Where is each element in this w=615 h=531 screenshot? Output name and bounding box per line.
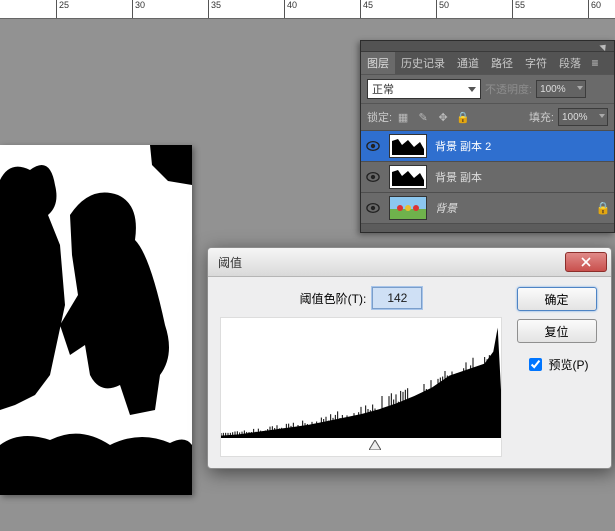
layers-panel: 图层 历史记录 通道 路径 字符 段落 ≡ 正常 不透明度: 100% 锁定: … [360, 40, 615, 233]
lock-label: 锁定: [367, 109, 392, 125]
layer-row[interactable]: 背景 副本 [361, 161, 614, 192]
fill-field[interactable]: 100% [558, 108, 608, 126]
slider-thumb-icon[interactable] [369, 440, 381, 450]
preview-checkbox[interactable] [529, 358, 542, 371]
layer-thumbnail [389, 134, 427, 158]
tab-character[interactable]: 字符 [519, 52, 553, 74]
tab-channels[interactable]: 通道 [451, 52, 485, 74]
tab-paths[interactable]: 路径 [485, 52, 519, 74]
close-button[interactable] [565, 252, 607, 272]
dialog-title: 阈值 [218, 254, 242, 271]
threshold-input[interactable] [372, 287, 422, 309]
tab-history[interactable]: 历史记录 [395, 52, 451, 74]
threshold-slider[interactable] [221, 440, 501, 452]
panel-menu-icon[interactable]: ≡ [587, 52, 603, 74]
close-icon [581, 257, 591, 267]
layer-name: 背景 [431, 200, 592, 216]
layer-row[interactable]: 背景 🔒 [361, 192, 614, 223]
tab-paragraph[interactable]: 段落 [553, 52, 587, 74]
layer-thumbnail [389, 165, 427, 189]
panel-tabs: 图层 历史记录 通道 路径 字符 段落 ≡ [361, 52, 614, 74]
lock-all-icon[interactable]: 🔒 [456, 110, 470, 124]
layer-list: 背景 副本 2 背景 副本 背景 🔒 [361, 130, 614, 232]
lock-fill-row: 锁定: ▦ ✎ ✥ 🔒 填充: 100% [361, 103, 614, 130]
preview-checkbox-row[interactable]: 预览(P) [525, 355, 589, 374]
eye-icon[interactable] [366, 140, 380, 152]
preview-label: 预览(P) [549, 356, 589, 373]
lock-transparent-icon[interactable]: ▦ [396, 110, 410, 124]
fill-label: 填充: [529, 109, 554, 125]
lock-icon-group: ▦ ✎ ✥ 🔒 [396, 110, 470, 124]
threshold-dialog: 阈值 阈值色阶(T): 确定 复位 [207, 247, 612, 469]
lock-brush-icon[interactable]: ✎ [416, 110, 430, 124]
dialog-titlebar[interactable]: 阈值 [208, 248, 611, 277]
lock-move-icon[interactable]: ✥ [436, 110, 450, 124]
ruler-horizontal: 20253035404550556065 [0, 0, 615, 19]
blend-mode-dropdown[interactable]: 正常 [367, 79, 481, 99]
lock-icon: 🔒 [596, 201, 611, 215]
blend-mode-value: 正常 [372, 81, 394, 97]
opacity-label: 不透明度: [485, 81, 532, 97]
reset-button[interactable]: 复位 [517, 319, 597, 343]
layer-row[interactable]: 背景 副本 2 [361, 130, 614, 161]
document-canvas[interactable] [0, 145, 192, 495]
layer-thumbnail [389, 196, 427, 220]
blend-opacity-row: 正常 不透明度: 100% [361, 74, 614, 103]
eye-icon[interactable] [366, 202, 380, 214]
opacity-field[interactable]: 100% [536, 80, 586, 98]
ok-button[interactable]: 确定 [517, 287, 597, 311]
tab-layers[interactable]: 图层 [361, 52, 395, 74]
histogram-box [220, 317, 502, 457]
threshold-label: 阈值色阶(T): [300, 290, 367, 307]
threshold-image [0, 145, 192, 495]
eye-icon[interactable] [366, 171, 380, 183]
layer-name: 背景 副本 [431, 169, 592, 185]
layer-name: 背景 副本 2 [431, 138, 592, 154]
panel-grip[interactable] [361, 41, 614, 52]
histogram-chart [221, 318, 501, 438]
